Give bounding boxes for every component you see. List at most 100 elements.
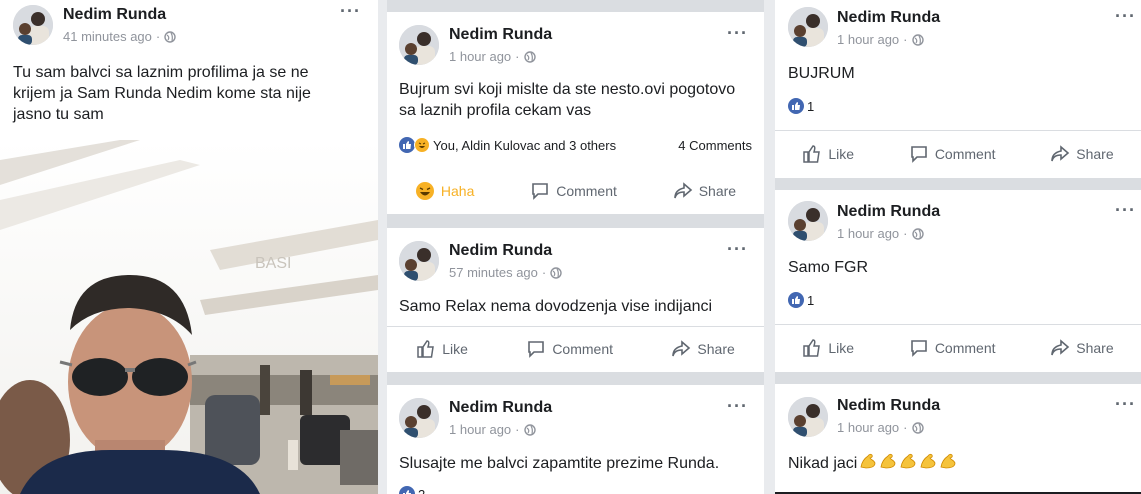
flexed-biceps-icon bbox=[860, 453, 876, 469]
post-card: Nedim Runda 57 minutes ago · ··· Samo Re… bbox=[387, 228, 764, 372]
comment-icon bbox=[532, 183, 549, 200]
comment-button[interactable]: Comment bbox=[909, 144, 996, 164]
post-card: Nedim Runda 1 hour ago · ··· Bujrum svi … bbox=[387, 12, 764, 214]
haha-icon bbox=[414, 137, 430, 153]
more-options-icon[interactable]: ··· bbox=[340, 2, 361, 20]
post-text: Nikad jaci bbox=[788, 455, 858, 472]
post-text-row: Nikad jaci bbox=[788, 452, 1128, 474]
globe-icon bbox=[164, 30, 176, 43]
more-options-icon[interactable]: ··· bbox=[1115, 395, 1136, 413]
haha-reaction-button[interactable]: Haha bbox=[415, 181, 474, 201]
like-button[interactable]: Like bbox=[802, 144, 854, 164]
post-time[interactable]: 1 hour ago bbox=[837, 420, 899, 435]
avatar[interactable] bbox=[399, 398, 439, 438]
like-icon bbox=[399, 137, 415, 153]
post-meta: 1 hour ago · bbox=[837, 420, 924, 435]
flexed-biceps-icons bbox=[857, 453, 957, 472]
post-author[interactable]: Nedim Runda bbox=[449, 26, 552, 44]
post-meta: 1 hour ago · bbox=[837, 32, 924, 47]
post-author[interactable]: Nedim Runda bbox=[63, 6, 166, 24]
reactions-summary[interactable]: 1 bbox=[788, 292, 814, 308]
post-photo[interactable]: BASI bbox=[0, 140, 378, 494]
post-author[interactable]: Nedim Runda bbox=[837, 9, 940, 27]
like-button[interactable]: Like bbox=[416, 339, 468, 359]
comment-icon bbox=[528, 340, 545, 358]
more-options-icon[interactable]: ··· bbox=[1115, 7, 1136, 25]
post-time[interactable]: 41 minutes ago bbox=[63, 29, 152, 44]
reactions-summary[interactable]: 1 bbox=[788, 98, 814, 114]
more-options-icon[interactable]: ··· bbox=[727, 240, 748, 258]
share-button[interactable]: Share bbox=[673, 181, 736, 201]
comment-button[interactable]: Comment bbox=[530, 181, 617, 201]
comment-button[interactable]: Comment bbox=[909, 338, 996, 358]
post-time[interactable]: 1 hour ago bbox=[837, 32, 899, 47]
share-button[interactable]: Share bbox=[1050, 144, 1114, 164]
flexed-biceps-icon bbox=[940, 453, 956, 469]
share-button[interactable]: Share bbox=[671, 339, 735, 359]
post-middle-column: Nedim Runda 1 hour ago · ··· Bujrum svi … bbox=[387, 0, 764, 494]
selfie-photo: BASI bbox=[0, 140, 378, 494]
post-card: Nedim Runda 1 hour ago · ··· BUJRUM 1 Li… bbox=[775, 0, 1141, 178]
comments-count[interactable]: 4 Comments bbox=[678, 138, 752, 153]
post-text: Slusajte me balvci zapamtite prezime Run… bbox=[399, 455, 720, 472]
post-card: Nedim Runda 1 hour ago · ··· Nikad jaci bbox=[775, 384, 1141, 494]
share-icon bbox=[1051, 144, 1070, 161]
haha-icon bbox=[415, 182, 434, 200]
post-time[interactable]: 1 hour ago bbox=[449, 49, 511, 64]
post-text: BUJRUM bbox=[788, 65, 855, 82]
globe-icon bbox=[523, 423, 536, 436]
column-divider bbox=[764, 0, 775, 494]
avatar[interactable] bbox=[13, 5, 53, 45]
post-card: Nedim Runda 1 hour ago · ··· Slusajte me… bbox=[387, 385, 764, 494]
like-icon bbox=[399, 486, 415, 494]
post-time[interactable]: 1 hour ago bbox=[837, 226, 899, 241]
like-icon bbox=[788, 98, 804, 114]
more-options-icon[interactable]: ··· bbox=[727, 24, 748, 42]
post-meta: 1 hour ago · bbox=[449, 49, 536, 64]
post-author[interactable]: Nedim Runda bbox=[449, 399, 552, 417]
flexed-biceps-icon bbox=[920, 453, 936, 469]
avatar[interactable] bbox=[788, 7, 828, 47]
post-left-column: Nedim Runda 41 minutes ago · ··· Tu sam … bbox=[0, 0, 378, 494]
more-options-icon[interactable]: ··· bbox=[727, 397, 748, 415]
avatar[interactable] bbox=[788, 397, 828, 437]
post-text: Tu sam balvci sa laznim profilima ja se … bbox=[13, 64, 311, 123]
post-time[interactable]: 57 minutes ago bbox=[449, 265, 538, 280]
avatar[interactable] bbox=[788, 201, 828, 241]
post-actions: Like Comment Share bbox=[775, 324, 1141, 370]
like-icon bbox=[803, 338, 821, 357]
post-author[interactable]: Nedim Runda bbox=[449, 242, 552, 260]
share-icon bbox=[672, 339, 691, 356]
flexed-biceps-icon bbox=[900, 453, 916, 469]
more-options-icon[interactable]: ··· bbox=[1115, 201, 1136, 219]
reaction-count: 2 bbox=[418, 486, 426, 494]
post-author[interactable]: Nedim Runda bbox=[837, 203, 940, 221]
reactions-summary[interactable]: You, Aldin Kulovac and 3 others bbox=[399, 137, 616, 153]
post-text: Bujrum svi koji mislte da ste nesto.ovi … bbox=[399, 81, 736, 119]
post-meta: 1 hour ago · bbox=[449, 422, 536, 437]
post-author[interactable]: Nedim Runda bbox=[837, 397, 940, 415]
share-icon bbox=[1051, 338, 1070, 355]
share-icon bbox=[673, 182, 692, 199]
reactions-summary[interactable]: 2 bbox=[399, 486, 425, 494]
share-button[interactable]: Share bbox=[1050, 338, 1114, 358]
post-actions: Haha Comment Share bbox=[387, 170, 764, 212]
post-meta: 41 minutes ago · bbox=[63, 29, 176, 44]
comment-button[interactable]: Comment bbox=[526, 339, 613, 359]
post-text: Samo Relax nema dovodzenja vise indijanc… bbox=[399, 298, 713, 315]
reaction-count: 1 bbox=[807, 98, 815, 114]
post-text: Samo FGR bbox=[788, 259, 869, 276]
avatar[interactable] bbox=[399, 25, 439, 65]
avatar[interactable] bbox=[399, 241, 439, 281]
like-icon bbox=[803, 144, 821, 163]
reaction-count: 1 bbox=[807, 292, 815, 308]
post-meta: 1 hour ago · bbox=[837, 226, 924, 241]
post-card: Nedim Runda 1 hour ago · ··· Samo FGR 1 … bbox=[775, 190, 1141, 372]
post-meta: 57 minutes ago · bbox=[449, 265, 562, 280]
post-right-column: Nedim Runda 1 hour ago · ··· BUJRUM 1 Li… bbox=[775, 0, 1141, 494]
comment-icon bbox=[911, 145, 927, 163]
globe-icon bbox=[523, 50, 536, 63]
like-icon bbox=[788, 292, 804, 308]
post-time[interactable]: 1 hour ago bbox=[449, 422, 511, 437]
like-button[interactable]: Like bbox=[802, 338, 854, 358]
